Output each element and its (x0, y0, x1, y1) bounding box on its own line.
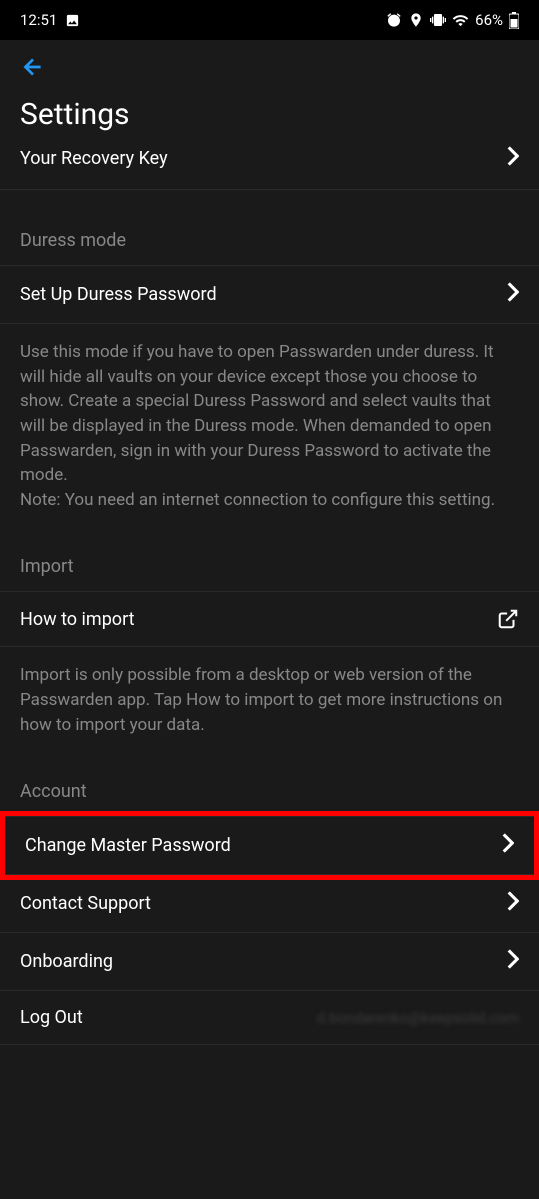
status-bar: 12:51 66% (0, 0, 539, 40)
wifi-icon (452, 12, 469, 29)
change-master-password-row[interactable]: Change Master Password (5, 816, 534, 875)
external-link-icon (497, 608, 519, 630)
change-master-password-label: Change Master Password (25, 835, 231, 856)
account-section-header: Account (0, 745, 539, 816)
import-section-header: Import (0, 520, 539, 591)
battery-icon (509, 12, 519, 29)
chevron-right-icon (507, 282, 519, 307)
back-arrow-icon (20, 54, 46, 85)
contact-support-row[interactable]: Contact Support (0, 875, 539, 933)
how-to-import-row[interactable]: How to import (0, 591, 539, 647)
page-title: Settings (0, 93, 539, 142)
recovery-key-row[interactable]: Your Recovery Key (0, 142, 539, 190)
status-time: 12:51 (20, 11, 57, 29)
alarm-icon (386, 12, 402, 28)
chevron-right-icon (507, 949, 519, 974)
recovery-key-label: Your Recovery Key (20, 148, 168, 169)
battery-percent: 66% (475, 11, 503, 29)
account-email-blurred: d.bondarenko@keepsolid.com (317, 1009, 519, 1027)
chevron-right-icon (507, 891, 519, 916)
how-to-import-label: How to import (20, 609, 135, 630)
chevron-right-icon (507, 146, 519, 171)
back-button[interactable] (0, 40, 539, 93)
location-icon (408, 12, 424, 28)
onboarding-row[interactable]: Onboarding (0, 933, 539, 991)
vibrate-icon (430, 12, 446, 28)
setup-duress-row[interactable]: Set Up Duress Password (0, 265, 539, 324)
status-left: 12:51 (20, 11, 80, 29)
contact-support-label: Contact Support (20, 893, 151, 914)
log-out-row[interactable]: Log Out d.bondarenko@keepsolid.com (0, 991, 539, 1045)
import-description: Import is only possible from a desktop o… (0, 647, 539, 745)
onboarding-label: Onboarding (20, 951, 113, 972)
duress-section-header: Duress mode (0, 190, 539, 265)
chevron-right-icon (502, 833, 514, 858)
duress-description: Use this mode if you have to open Passwa… (0, 324, 539, 520)
gallery-icon (65, 13, 80, 28)
log-out-label: Log Out (20, 1007, 83, 1028)
highlighted-box: Change Master Password (0, 811, 539, 880)
setup-duress-label: Set Up Duress Password (20, 284, 217, 305)
status-right: 66% (386, 11, 519, 29)
